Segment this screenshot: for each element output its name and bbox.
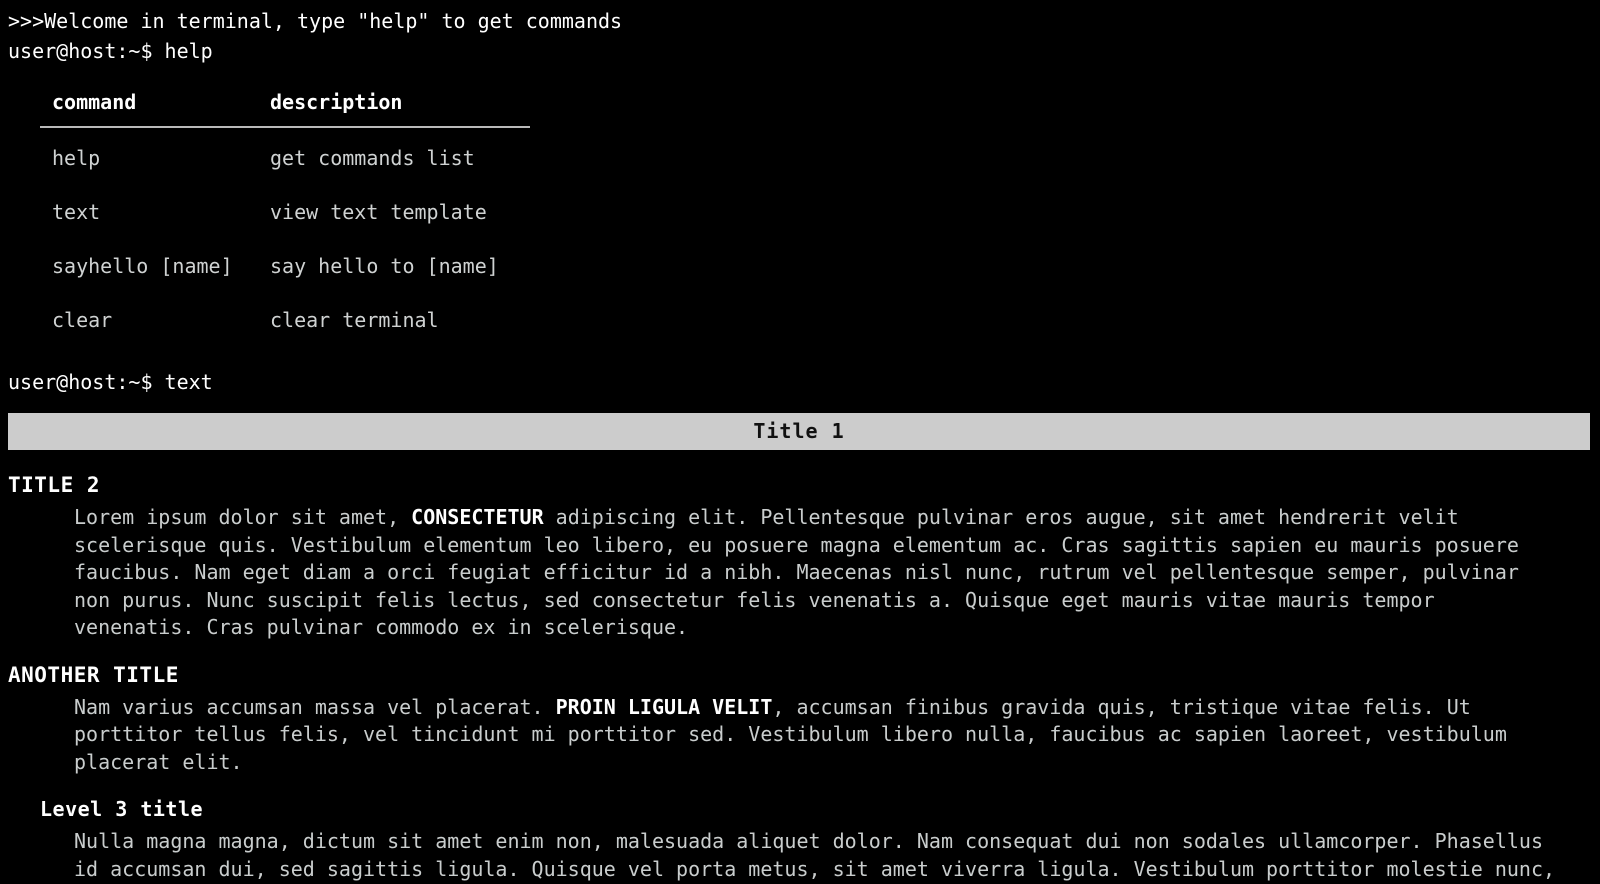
paragraph-emphasis: CONSECTETUR [411, 505, 544, 529]
cell-description: clear terminal [270, 308, 439, 332]
cell-description: say hello to [name] [270, 254, 499, 278]
terminal-window[interactable]: >>>Welcome in terminal, type "help" to g… [0, 0, 1600, 884]
prompt-line-help: user@host:~$ help [8, 39, 213, 63]
table-row: help get commands list [40, 127, 530, 185]
paragraph-another-title: Nam varius accumsan massa vel placerat. … [74, 694, 1558, 777]
welcome-message: >>>Welcome in terminal, type "help" to g… [8, 9, 623, 33]
section-heading-level-3: Level 3 title [40, 797, 204, 821]
cell-command: help [52, 146, 101, 170]
cell-description: view text template [270, 200, 487, 224]
paragraph-emphasis: PROIN LIGULA VELIT [555, 694, 773, 719]
paragraph-title-2: Lorem ipsum dolor sit amet, CONSECTETUR … [74, 504, 1558, 642]
prompt-line-text: user@host:~$ text [8, 370, 213, 394]
table-row: clear clear terminal [40, 293, 530, 347]
document-banner-title: Title 1 [8, 413, 1590, 450]
cell-command: clear [52, 308, 113, 332]
table-row: text view text template [40, 185, 530, 239]
help-commands-table: command description help get commands li… [40, 84, 530, 347]
paragraph-text-lead: Nulla magna magna, dictum sit amet enim … [74, 829, 1556, 881]
paragraph-text-lead: Nam varius accumsan massa vel placerat. [74, 694, 556, 719]
text-template-output: Title 1 TITLE 2 Lorem ipsum dolor sit am… [8, 413, 1592, 884]
section-heading-another-title: ANOTHER TITLE [8, 662, 179, 687]
cell-command: sayhello [name] [52, 254, 233, 278]
table-row: sayhello [name] say hello to [name] [40, 239, 530, 293]
section-heading-title-2: TITLE 2 [8, 473, 101, 497]
cell-description: get commands list [270, 146, 475, 170]
column-header-command: command [40, 84, 258, 128]
column-header-description: description [258, 84, 530, 128]
paragraph-text-lead: Lorem ipsum dolor sit amet, [74, 505, 412, 529]
cell-command: text [52, 200, 101, 224]
table-header-row: command description [40, 84, 530, 128]
paragraph-level-3: Nulla magna magna, dictum sit amet enim … [74, 828, 1558, 884]
